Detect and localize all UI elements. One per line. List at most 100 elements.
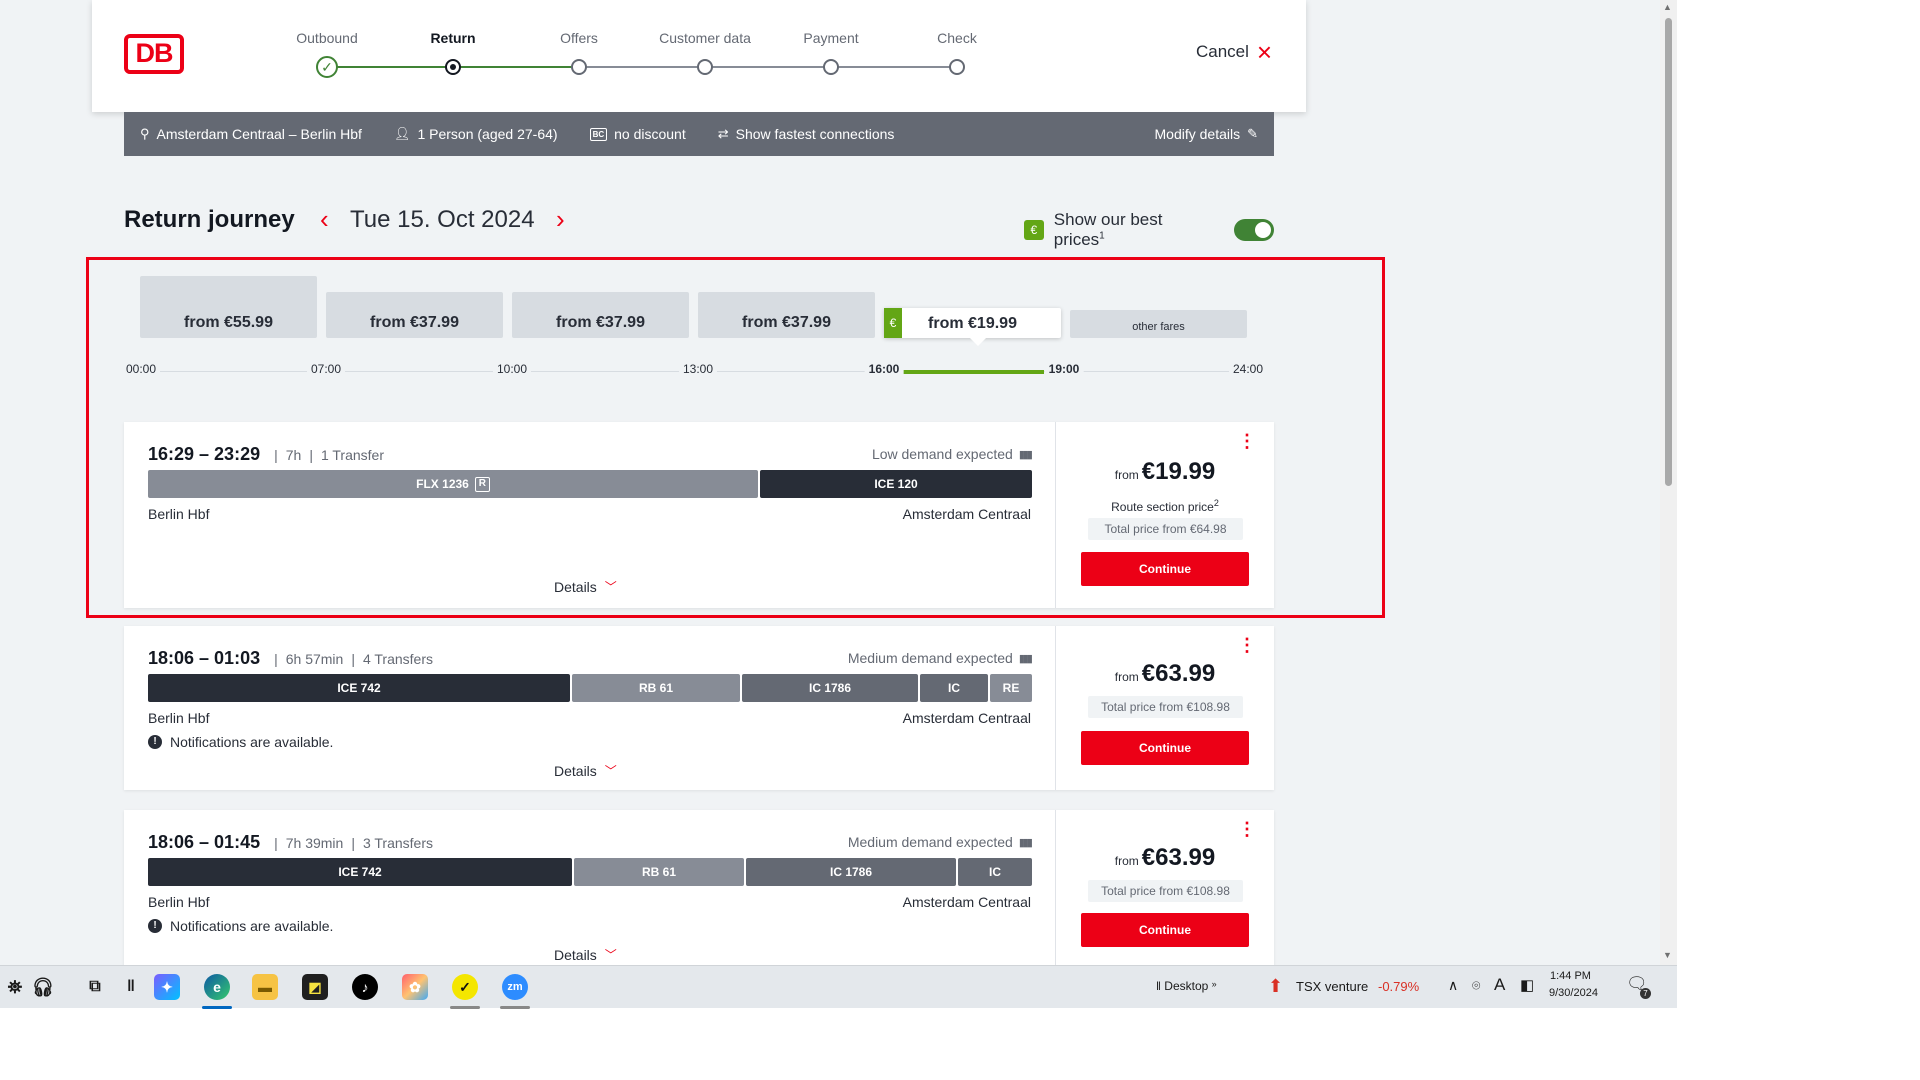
best-prices-text: Show our best prices (1053, 210, 1163, 249)
scrollbar-thumb[interactable] (1665, 18, 1672, 486)
details-label: Details (554, 578, 597, 595)
scroll-up-icon[interactable]: ▲ (1663, 2, 1672, 12)
train-segment: IC (920, 674, 988, 702)
tiktok-icon[interactable]: ♪ (352, 974, 378, 1000)
open-app-indicator (500, 1006, 530, 1009)
total-price-badge: Total price from €108.98 (1088, 696, 1243, 718)
progress-steps: Outbound ✓ Return Offers Customer data P… (264, 30, 1024, 90)
tick-label: 10:00 (492, 362, 532, 376)
page: DB Outbound ✓ Return Offers Customer dat… (0, 0, 1660, 965)
file-explorer-icon[interactable]: ▬ (252, 974, 278, 1000)
step-outbound[interactable]: Outbound ✓ (264, 30, 390, 78)
notification-text: Notifications are available. (170, 918, 334, 934)
fastest-connections-link[interactable]: ⇄ Show fastest connections (718, 126, 895, 142)
duration: 7h 39min (285, 835, 344, 851)
weather-widget-icon[interactable]: ⛯ (2, 974, 28, 1000)
more-options-icon[interactable]: ⋮ (1238, 432, 1256, 450)
copilot-app-icon[interactable]: ✿ (402, 974, 428, 1000)
camera-icon[interactable]: ⌾ (1472, 977, 1480, 994)
price-prefix: from (1114, 468, 1139, 482)
journey-price-panel: ⋮ from €19.99 Route section price2 Total … (1056, 422, 1274, 608)
footnote-marker: 1 (1099, 230, 1105, 242)
copilot-icon[interactable]: ✦ (154, 974, 180, 1000)
battery-icon[interactable]: ◧ (1520, 976, 1534, 994)
train-segment: IC 1786 (742, 674, 918, 702)
details-label: Details (554, 946, 597, 963)
price-bar-00-07[interactable]: from €55.99 (140, 276, 317, 338)
total-price-badge: Total price from €108.98 (1088, 880, 1243, 902)
details-toggle[interactable]: Details ﹀ (554, 946, 617, 963)
price-bar-10-13[interactable]: from €37.99 (512, 292, 689, 338)
bahncard-icon: BC (589, 127, 608, 141)
price-bar-label: from €19.99 (928, 315, 1017, 332)
ticker-name[interactable]: TSX venture (1296, 979, 1368, 994)
journey-meta: | 6h 57min | 4 Transfers (274, 651, 433, 667)
desktop-toolbar[interactable]: ‖ Desktop » (1156, 979, 1217, 993)
train-name: IC 1786 (808, 681, 852, 695)
zoom-icon[interactable]: zm (502, 974, 528, 1000)
step-label: Outbound (296, 30, 358, 46)
total-price-badge: Total price from €64.98 (1088, 518, 1243, 540)
notification-count-badge: 7 (1640, 988, 1651, 999)
demand-indicator: Medium demand expected ▮▮▮ (848, 834, 1033, 850)
page-title: Return journey (124, 206, 295, 233)
db-logo[interactable]: DB (124, 34, 184, 74)
more-options-icon[interactable]: ⋮ (1238, 636, 1256, 654)
journey-summary: 18:06 – 01:45 | 7h 39min | 3 Transfers Mediu… (124, 810, 1056, 965)
scroll-down-icon[interactable]: ▼ (1663, 950, 1672, 960)
continue-button[interactable]: Continue (1081, 731, 1249, 765)
cancel-button[interactable]: Cancel × (1196, 39, 1272, 65)
headphones-icon[interactable]: 🎧︎ (30, 974, 56, 1000)
step-return: Return (390, 30, 516, 75)
stock-chart-icon[interactable]: ⬆︎ (1268, 976, 1283, 997)
step-check: Check (894, 30, 1020, 75)
edge-browser-icon[interactable]: e (204, 974, 230, 1000)
selected-pointer (970, 338, 986, 346)
step-label: Check (937, 30, 977, 46)
clock-time[interactable]: 1:44 PM (1550, 970, 1591, 982)
continue-button[interactable]: Continue (1081, 552, 1249, 586)
font-input-icon[interactable]: A (1494, 975, 1505, 995)
norton-icon[interactable]: ✓ (452, 974, 478, 1000)
best-prices-label: Show our best prices1 (1054, 210, 1217, 250)
train-name: RE (1002, 681, 1020, 695)
next-day-chevron-icon[interactable]: › (556, 204, 565, 235)
chevron-up-icon[interactable]: ∧ (1448, 977, 1458, 994)
details-label: Details (554, 762, 597, 779)
price-bar-07-10[interactable]: from €37.99 (326, 292, 503, 338)
price-bar-label: other fares (1132, 321, 1185, 333)
task-view-icon[interactable]: ⧉ (82, 974, 108, 1000)
price-bar-label: from €37.99 (742, 314, 831, 331)
best-prices-toggle[interactable] (1234, 219, 1275, 241)
date-navigation: Return journey ‹ Tue 15. Oct 2024 › € Sh… (124, 204, 1275, 249)
windows-taskbar: ⛯ 🎧︎ ⧉ ‖ ✦ e ▬ ◩ ♪ ✿ ✓ zm ‖ Desktop » ⬆︎… (0, 965, 1677, 1009)
price-bar-16-19-selected[interactable]: € from €19.99 (884, 308, 1061, 346)
journey-card: 18:06 – 01:03 | 6h 57min | 4 Transfers Mediu… (124, 626, 1274, 790)
details-toggle[interactable]: Details ﹀ (554, 578, 617, 595)
price-bar-label: from €37.99 (556, 314, 645, 331)
price-bar-other-fares[interactable]: other fares (1070, 310, 1247, 338)
more-options-icon[interactable]: ⋮ (1238, 820, 1256, 838)
origin-station: Berlin Hbf (148, 506, 210, 522)
train-segment: FLX 1236 R (148, 470, 758, 498)
train-segment: RB 61 (574, 858, 744, 886)
modify-details-button[interactable]: Modify details ✎ (1155, 126, 1259, 142)
check-icon: ✓ (316, 56, 338, 78)
step-label: Payment (803, 30, 859, 46)
passenger-text: 1 Person (aged 27-64) (417, 126, 558, 142)
people-icon: ▮▮▮ (1018, 652, 1033, 665)
destination-station: Amsterdam Centraal (902, 894, 1031, 910)
notification-info: ! Notifications are available. (148, 734, 333, 750)
tick-label: 00:00 (121, 362, 161, 376)
details-toggle[interactable]: Details ﹀ (554, 762, 617, 779)
sticky-notes-icon[interactable]: ◩ (302, 974, 328, 1000)
active-app-indicator (202, 1006, 232, 1009)
step-label: Customer data (659, 30, 751, 46)
vertical-scrollbar[interactable]: ▲ ▼ (1660, 0, 1677, 965)
journey-info-bar: ⚲ Amsterdam Centraal – Berlin Hbf 👤︎ 1 P… (124, 112, 1274, 156)
selected-date[interactable]: Tue 15. Oct 2024 (350, 206, 535, 234)
previous-day-chevron-icon[interactable]: ‹ (320, 204, 329, 235)
clock-date[interactable]: 9/30/2024 (1549, 987, 1598, 999)
continue-button[interactable]: Continue (1081, 913, 1249, 947)
price-bar-13-16[interactable]: from €37.99 (698, 292, 875, 338)
